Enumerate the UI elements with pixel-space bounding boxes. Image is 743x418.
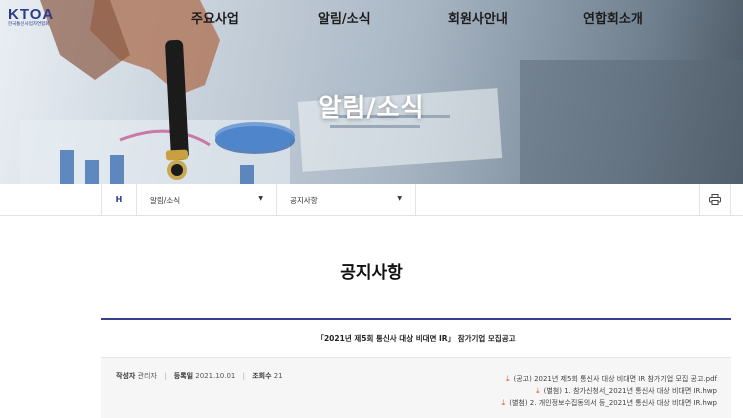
caret-down-icon: ▼	[397, 195, 402, 202]
download-icon: ⤓	[505, 374, 510, 383]
main-navigation: 주요사업 알림/소식 회원사안내 연합회소개	[0, 8, 743, 28]
post-title: 「2021년 제5회 통신사 대상 비대면 IR」 참가기업 모집공고	[316, 334, 516, 343]
breadcrumb-select-level1[interactable]: 알림/소식 ▼	[137, 184, 277, 215]
views-label: 조회수	[252, 372, 272, 380]
post-meta: 작성자 관리자 | 등록일 2021.10.01 | 조회수 21	[116, 371, 283, 381]
title-divider	[101, 318, 731, 320]
views-value: 21	[273, 372, 283, 380]
download-icon: ⤓	[536, 386, 540, 395]
download-icon: ⤓	[501, 398, 506, 407]
breadcrumb-bar: H 알림/소식 ▼ 공지사항 ▼	[0, 184, 743, 216]
breadcrumb-select-level2[interactable]: 공지사항 ▼	[277, 184, 416, 215]
attachment-item[interactable]: ⤓ (별첨) 2. 개인정보수집동의서 등_2021년 통신사 대상 비대면 I…	[417, 397, 717, 409]
date-label: 등록일	[173, 372, 194, 380]
nav-item-members[interactable]: 회원사안내	[448, 8, 508, 27]
attachment-name: (별첨) 2. 개인정보수집동의서 등_2021년 통신사 대상 비대면 IR.…	[509, 399, 717, 407]
attachment-name: (공고) 2021년 제5회 통신사 대상 비대면 IR 참가기업 모집 공고.…	[513, 375, 718, 383]
attachment-item[interactable]: ⤓ (별첨) 1. 참가신청서_2021년 통신사 대상 비대면 IR.hwp	[417, 385, 717, 397]
nav-item-about[interactable]: 연합회소개	[583, 8, 643, 27]
home-icon: H	[115, 195, 123, 204]
author-value: 관리자	[137, 372, 157, 380]
caret-down-icon: ▼	[258, 195, 263, 202]
meta-separator: |	[164, 372, 167, 380]
nav-item-news[interactable]: 알림/소식	[318, 8, 371, 27]
print-button[interactable]	[699, 184, 730, 215]
attachment-name: (별첨) 1. 참가신청서_2021년 통신사 대상 비대면 IR.hwp	[543, 387, 717, 395]
breadcrumb-level2-label: 공지사항	[290, 196, 318, 205]
printer-icon	[709, 194, 721, 205]
meta-separator: |	[242, 372, 245, 380]
attachment-list: ⤓ (공고) 2021년 제5회 통신사 대상 비대면 IR 참가기업 모집 공…	[417, 373, 717, 409]
home-button[interactable]: H	[102, 184, 137, 215]
breadcrumb-level1-label: 알림/소식	[150, 196, 181, 205]
nav-item-main-business[interactable]: 주요사업	[191, 8, 239, 27]
hero-title: 알림/소식	[318, 93, 425, 122]
page-title: 공지사항	[340, 263, 403, 283]
attachment-item[interactable]: ⤓ (공고) 2021년 제5회 통신사 대상 비대면 IR 참가기업 모집 공…	[417, 373, 717, 385]
post-meta-box: 작성자 관리자 | 등록일 2021.10.01 | 조회수 21 ⤓ (공고)…	[101, 357, 731, 418]
breadcrumb: H 알림/소식 ▼ 공지사항 ▼	[101, 184, 731, 215]
date-value: 2021.10.01	[195, 372, 236, 380]
author-label: 작성자	[116, 372, 136, 380]
